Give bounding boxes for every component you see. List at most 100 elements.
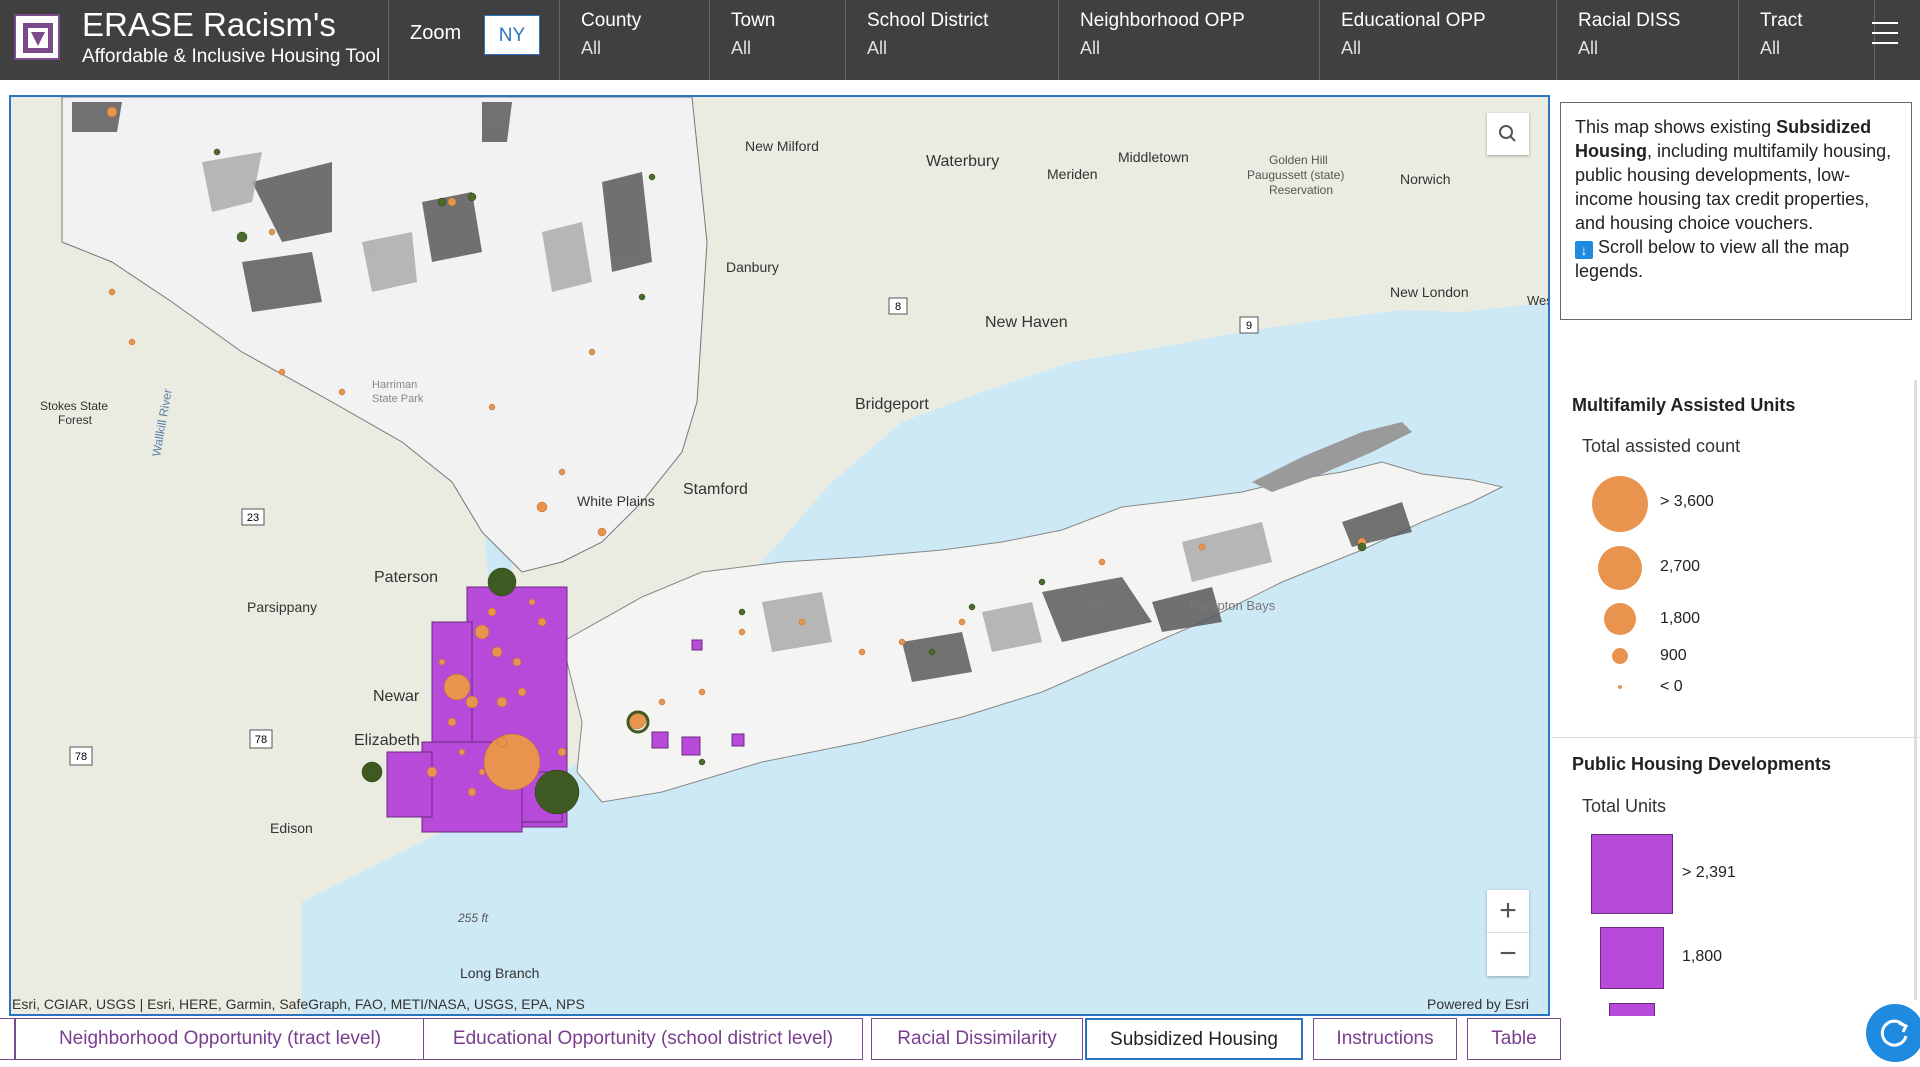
svg-text:Wes: Wes [1527, 293, 1550, 308]
refresh-icon [1880, 1019, 1909, 1047]
svg-text:Golden Hill: Golden Hill [1269, 153, 1328, 167]
tab-educational-opportunity[interactable]: Educational Opportunity (school district… [423, 1018, 863, 1060]
legend-square-lg [1591, 834, 1673, 914]
svg-text:Hampton Bays: Hampton Bays [1190, 598, 1276, 613]
legend-multifamily-subtitle: Total assisted count [1582, 436, 1741, 456]
filter-label: Town [731, 10, 776, 31]
map-view[interactable]: 8 9 23 78 78 New Milford Waterbury Middl… [9, 95, 1550, 1016]
svg-text:Meriden: Meriden [1047, 166, 1098, 182]
filter-educational-opp[interactable]: Educational OPP All [1319, 0, 1556, 80]
filter-town[interactable]: Town All [709, 0, 845, 80]
tab-bar: Neighborhood Opportunity (tract level) E… [0, 1016, 1920, 1066]
filter-value: All [1760, 38, 1781, 58]
svg-text:Bridgeport: Bridgeport [855, 396, 929, 413]
svg-text:Paugussett (state): Paugussett (state) [1247, 168, 1344, 182]
svg-text:Norwich: Norwich [1400, 171, 1451, 187]
app-header: ERASE Racism's Affordable & Inclusive Ho… [0, 0, 1920, 80]
legend-multifamily-title: Multifamily Assisted Units [1572, 395, 1796, 415]
svg-text:New Haven: New Haven [985, 314, 1068, 331]
svg-text:78: 78 [75, 751, 87, 763]
svg-text:78: 78 [255, 734, 267, 746]
svg-text:Danbury: Danbury [726, 259, 779, 275]
svg-text:Reservation: Reservation [1269, 183, 1333, 197]
filter-school-district[interactable]: School District All [845, 0, 1058, 80]
divider [1552, 737, 1920, 738]
refresh-button[interactable] [1866, 1004, 1920, 1062]
svg-text:Middletown: Middletown [1118, 149, 1189, 165]
map-search-button[interactable] [1487, 113, 1529, 155]
filter-label: School District [867, 10, 989, 31]
menu-icon[interactable] [1872, 22, 1898, 46]
filter-label: Tract [1760, 10, 1803, 31]
tab-spacer [0, 1018, 15, 1060]
svg-text:Stokes State: Stokes State [40, 399, 108, 413]
svg-text:23: 23 [247, 512, 259, 524]
tab-table[interactable]: Table [1467, 1018, 1561, 1060]
tab-instructions[interactable]: Instructions [1313, 1018, 1457, 1060]
svg-text:Long Branch: Long Branch [460, 965, 539, 981]
powered-by-esri[interactable]: Powered by Esri [1427, 996, 1529, 1012]
zoom-label: Zoom [410, 22, 462, 44]
filter-racial-diss[interactable]: Racial DISS All [1556, 0, 1738, 80]
legend-public-housing-title: Public Housing Developments [1572, 754, 1832, 774]
legend-label: 1,800 [1682, 948, 1723, 965]
svg-text:Stamford: Stamford [683, 481, 748, 498]
svg-text:White Plains: White Plains [577, 493, 655, 509]
svg-text:Newar: Newar [373, 688, 420, 705]
legend-square-sm [1609, 1003, 1655, 1017]
filter-value: All [1341, 38, 1362, 58]
legend-label: < 0 [1660, 678, 1683, 695]
svg-text:Edison: Edison [270, 820, 313, 836]
tab-racial-dissimilarity[interactable]: Racial Dissimilarity [871, 1018, 1083, 1060]
svg-text:Forest: Forest [58, 413, 93, 427]
map-attribution: Esri, CGIAR, USGS | Esri, HERE, Garmin, … [12, 996, 585, 1012]
filter-label: Racial DISS [1578, 10, 1681, 31]
svg-text:New Milford: New Milford [745, 138, 819, 154]
legend-circle-lg [1598, 546, 1642, 590]
filter-label: County [581, 10, 642, 31]
filter-value: All [581, 38, 602, 58]
filter-label: Neighborhood OPP [1080, 10, 1245, 31]
filter-label: Educational OPP [1341, 10, 1486, 31]
zoom-out-button[interactable]: − [1487, 933, 1529, 975]
legend-public-housing-subtitle: Total Units [1582, 796, 1667, 816]
svg-text:Parsippany: Parsippany [247, 599, 317, 615]
filter-value: All [1578, 38, 1599, 58]
legend-label: 1,800 [1660, 610, 1701, 627]
zoom-in-button[interactable]: + [1487, 890, 1529, 933]
app-title: ERASE Racism's [82, 6, 336, 43]
info-scroll-hint: Scroll below to view all the map legends… [1575, 237, 1850, 281]
arrow-down-icon: ↓ [1575, 241, 1593, 259]
tab-neighborhood-opportunity[interactable]: Neighborhood Opportunity (tract level) [15, 1018, 425, 1060]
map-canvas[interactable]: 8 9 23 78 78 New Milford Waterbury Middl… [11, 97, 1550, 1016]
legend-circle-xs [1618, 685, 1622, 689]
svg-text:8: 8 [895, 301, 901, 313]
info-description: This map shows existing Subsidized Housi… [1560, 102, 1912, 320]
filter-tract[interactable]: Tract All [1738, 0, 1874, 80]
svg-text:Elizabeth: Elizabeth [354, 732, 420, 749]
legend-label: > 2,391 [1682, 864, 1736, 881]
panel-scrollbar[interactable] [1914, 380, 1917, 1000]
info-text: This map shows existing [1575, 117, 1777, 137]
filter-county[interactable]: County All [559, 0, 709, 80]
svg-text:Paterson: Paterson [374, 569, 438, 586]
filter-value: All [867, 38, 888, 58]
svg-text:302 ft: 302 ft [1084, 597, 1115, 611]
tab-subsidized-housing[interactable]: Subsidized Housing [1085, 1018, 1303, 1060]
svg-text:Harriman: Harriman [372, 379, 417, 391]
legend-label: 900 [1660, 647, 1687, 664]
legend-label: 2,700 [1660, 558, 1701, 575]
svg-text:255 ft: 255 ft [457, 911, 489, 925]
logo [14, 14, 60, 60]
divider [388, 0, 389, 80]
legend-circle-xl [1592, 476, 1648, 532]
svg-text:New London: New London [1390, 284, 1469, 300]
zoom-ny-button[interactable]: NY [484, 15, 540, 55]
legend-circle-sm [1612, 648, 1628, 664]
legend-circle-md [1604, 603, 1636, 635]
zoom-controls: + − [1487, 890, 1529, 976]
filter-neighborhood-opp[interactable]: Neighborhood OPP All [1058, 0, 1319, 80]
filter-value: All [1080, 38, 1101, 58]
app-subtitle: Affordable & Inclusive Housing Tool [82, 46, 381, 67]
svg-text:9: 9 [1246, 320, 1252, 332]
